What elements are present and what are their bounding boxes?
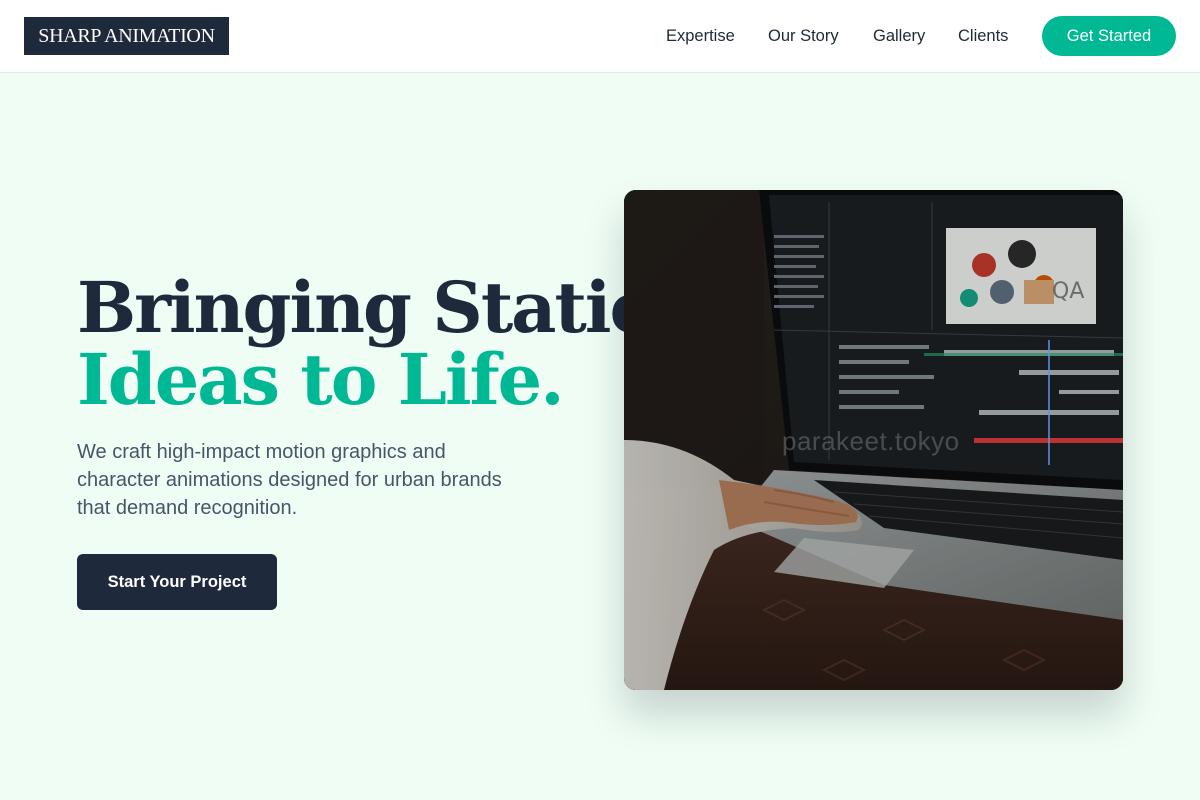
hero-description: We craft high-impact motion graphics and…: [77, 441, 502, 519]
logo[interactable]: SHARP ANIMATION: [24, 17, 229, 55]
nav-link-clients[interactable]: Clients: [958, 24, 1008, 48]
nav-link-our-story[interactable]: Our Story: [768, 24, 839, 48]
get-started-button[interactable]: Get Started: [1042, 16, 1176, 56]
image-watermark: parakeet.tokyo: [782, 426, 960, 456]
hero-title-line2: Ideas to Life.: [77, 338, 565, 421]
hero-title-line1: Bringing Static: [77, 266, 652, 349]
site-header: SHARP ANIMATION Expertise Our Story Gall…: [0, 0, 1200, 73]
nav-link-gallery[interactable]: Gallery: [873, 24, 925, 48]
hero-image: QA parakeet.tokyo: [624, 190, 1123, 690]
nav-link-expertise[interactable]: Expertise: [666, 24, 735, 48]
hero-title: Bringing Static Ideas to Life.: [77, 266, 652, 421]
start-project-button[interactable]: Start Your Project: [77, 554, 277, 610]
